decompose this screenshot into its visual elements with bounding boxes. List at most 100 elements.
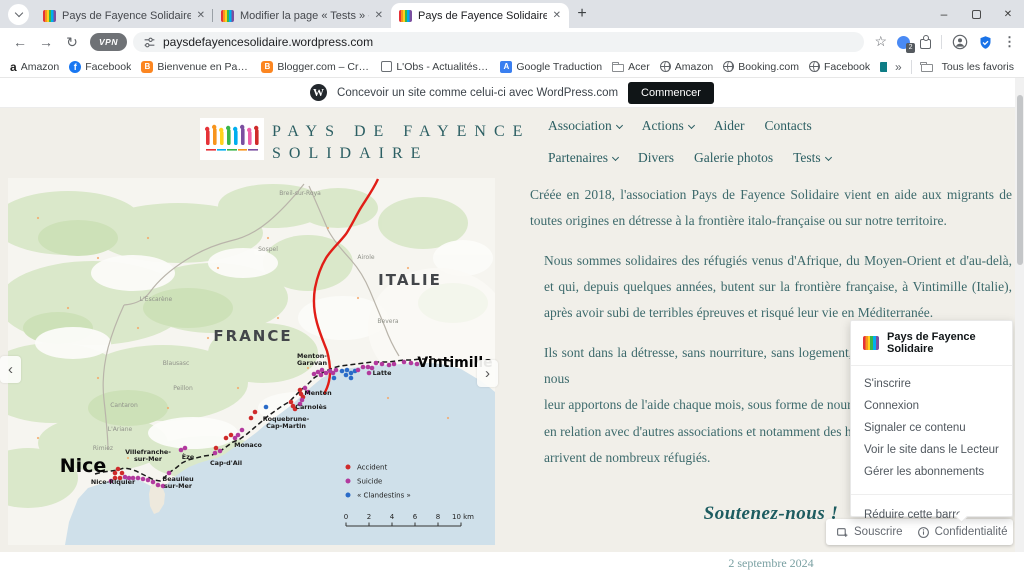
tab-search-button[interactable] — [8, 4, 29, 25]
carousel-prev-button[interactable] — [0, 356, 21, 383]
svg-text:Blausasc: Blausasc — [163, 360, 190, 367]
incident-dot — [387, 363, 392, 368]
tune-icon[interactable] — [143, 36, 156, 49]
page-scrollbar[interactable] — [1015, 78, 1024, 552]
back-button[interactable] — [8, 34, 32, 50]
bookmark-item[interactable]: Bienvenue en Pays... — [141, 61, 251, 73]
url-text: paysdefayencesolidaire.wordpress.com — [163, 35, 373, 49]
site-favicon — [43, 10, 56, 22]
bookmark-item[interactable]: Booking.com — [723, 61, 799, 73]
reload-button[interactable] — [60, 34, 84, 51]
nav-item-galerie-photos[interactable]: Galerie photos — [694, 150, 773, 166]
bookmark-label: Amazon — [21, 61, 60, 73]
minimize-button[interactable] — [928, 0, 960, 28]
carousel-next-button[interactable] — [477, 360, 498, 387]
blogger-icon — [141, 61, 153, 73]
bookmark-item[interactable]: Acer — [612, 61, 650, 73]
menu-item-voir-le-site-dans-le-lecteur[interactable]: Voir le site dans le Lecteur — [851, 439, 1012, 461]
site-header: PAYS DE FAYENCE SOLIDAIRE Association Act… — [0, 108, 1024, 178]
new-tab-button[interactable] — [569, 3, 595, 25]
bookmark-item[interactable]: Facebook — [809, 61, 870, 73]
site-nav: Association Actions Aider Contacts Partenai… — [548, 116, 831, 168]
incident-dot — [141, 477, 146, 482]
banner-start-button[interactable]: Commencer — [628, 82, 714, 104]
bookmark-item[interactable]: Amazon — [660, 61, 714, 73]
close-window-button[interactable] — [992, 0, 1024, 28]
nav-item-divers[interactable]: Divers — [638, 150, 674, 166]
tab-title: Pays de Fayence Solidaire – « C — [62, 10, 191, 22]
bookmark-item[interactable]: Grotte Cosquer Mé... — [880, 61, 887, 73]
address-bar[interactable]: paysdefayencesolidaire.wordpress.com — [133, 32, 864, 52]
browser-menu-icon[interactable] — [1003, 33, 1016, 51]
bookmark-item[interactable]: Google Traduction — [500, 61, 602, 73]
browser-tab[interactable]: Pays de Fayence Solidaire – « C ✕ — [35, 3, 213, 28]
wordpress-dropdown-menu: Pays de Fayence Solidaire S'inscrireConn… — [850, 320, 1013, 517]
bookmark-star-icon[interactable] — [874, 33, 887, 51]
menu-item-s-inscrire[interactable]: S'inscrire — [851, 373, 1012, 395]
folder-icon — [612, 64, 624, 72]
all-favorites-label[interactable]: Tous les favoris — [942, 61, 1014, 73]
site-title[interactable]: PAYS DE FAYENCE SOLIDAIRE — [272, 121, 530, 166]
vpn-extension-icon[interactable]: VPN — [90, 33, 127, 51]
bookmark-item[interactable]: Amazon — [10, 60, 59, 74]
bookmark-item[interactable]: L'Obs - Actualités d... — [381, 61, 490, 73]
profile-icon[interactable] — [952, 34, 968, 50]
menu-item-connexion[interactable]: Connexion — [851, 395, 1012, 417]
nav-item-label: Galerie photos — [694, 150, 773, 166]
browser-tab[interactable]: Modifier la page « Tests » « Pay ✕ — [213, 3, 391, 28]
nav-item-aider[interactable]: Aider — [714, 118, 745, 134]
incident-dot — [146, 478, 151, 483]
menu-item-g-rer-les-abonnements[interactable]: Gérer les abonnements — [851, 461, 1012, 483]
extensions-puzzle-icon[interactable] — [920, 39, 931, 49]
site-logo[interactable] — [200, 118, 264, 160]
bookmark-label: Amazon — [675, 61, 714, 73]
incident-dot — [374, 361, 379, 366]
scrollbar-thumb[interactable] — [1017, 95, 1023, 265]
bookmark-label: Bienvenue en Pays... — [157, 61, 251, 73]
site-title-line2: SOLIDAIRE — [272, 143, 530, 165]
border-map-figure[interactable]: Breil-sur-RoyaSospelAiroleL'EscarèneBeve… — [8, 178, 495, 545]
restore-button[interactable] — [960, 0, 992, 28]
svg-text:Latte: Latte — [373, 369, 392, 377]
restore-icon — [972, 10, 981, 19]
security-shield-icon[interactable] — [978, 35, 993, 50]
subscribe-button[interactable]: Souscrire — [829, 526, 910, 539]
bookmark-item[interactable]: Facebook — [69, 61, 131, 73]
incident-dot — [320, 368, 325, 373]
svg-text:10 km: 10 km — [452, 513, 474, 521]
window-controls — [928, 0, 1024, 28]
bookmark-item[interactable]: Blogger.com – Crée... — [261, 61, 371, 73]
browser-tab[interactable]: Pays de Fayence Solidaire – « C✕ — [391, 3, 569, 28]
tab-close-button[interactable]: ✕ — [375, 10, 383, 21]
nav-item-actions[interactable]: Actions — [642, 118, 694, 134]
incident-dot — [345, 368, 350, 373]
forward-button[interactable] — [34, 34, 58, 50]
extension-icon[interactable]: 2 — [897, 36, 910, 49]
incident-dot — [253, 410, 258, 415]
svg-text:Peillon: Peillon — [173, 385, 193, 392]
nav-item-label: Association — [548, 118, 612, 134]
svg-text:Èze: Èze — [182, 452, 195, 461]
bookmarks-overflow-button[interactable]: » — [895, 60, 902, 74]
tab-title: Modifier la page « Tests » « Pay — [240, 10, 369, 22]
tab-close-button[interactable]: ✕ — [197, 10, 205, 21]
menu-site-title: Pays de Fayence Solidaire — [887, 331, 1000, 355]
svg-text:Cap-Martin: Cap-Martin — [266, 422, 306, 430]
chevron-down-icon — [825, 153, 832, 160]
menu-item-collapse-bar[interactable]: Réduire cette barre — [851, 494, 1012, 516]
privacy-button[interactable]: Confidentialité — [910, 526, 1015, 539]
extension-badge: 2 — [906, 43, 915, 53]
nav-item-partenaires[interactable]: Partenaires — [548, 150, 618, 166]
nav-item-tests[interactable]: Tests — [793, 150, 831, 166]
nav-item-contacts[interactable]: Contacts — [765, 118, 812, 134]
incident-dot — [319, 373, 324, 378]
menu-items: S'inscrireConnexionSignaler ce contenuVo… — [851, 366, 1012, 487]
incident-dot — [113, 471, 118, 476]
tab-close-button[interactable]: ✕ — [553, 10, 561, 21]
incident-dot — [402, 360, 407, 365]
incident-dot — [380, 362, 385, 367]
nav-item-label: Contacts — [765, 118, 812, 134]
privacy-label: Confidentialité — [935, 526, 1008, 538]
nav-item-association[interactable]: Association — [548, 118, 622, 134]
menu-item-signaler-ce-contenu[interactable]: Signaler ce contenu — [851, 417, 1012, 439]
